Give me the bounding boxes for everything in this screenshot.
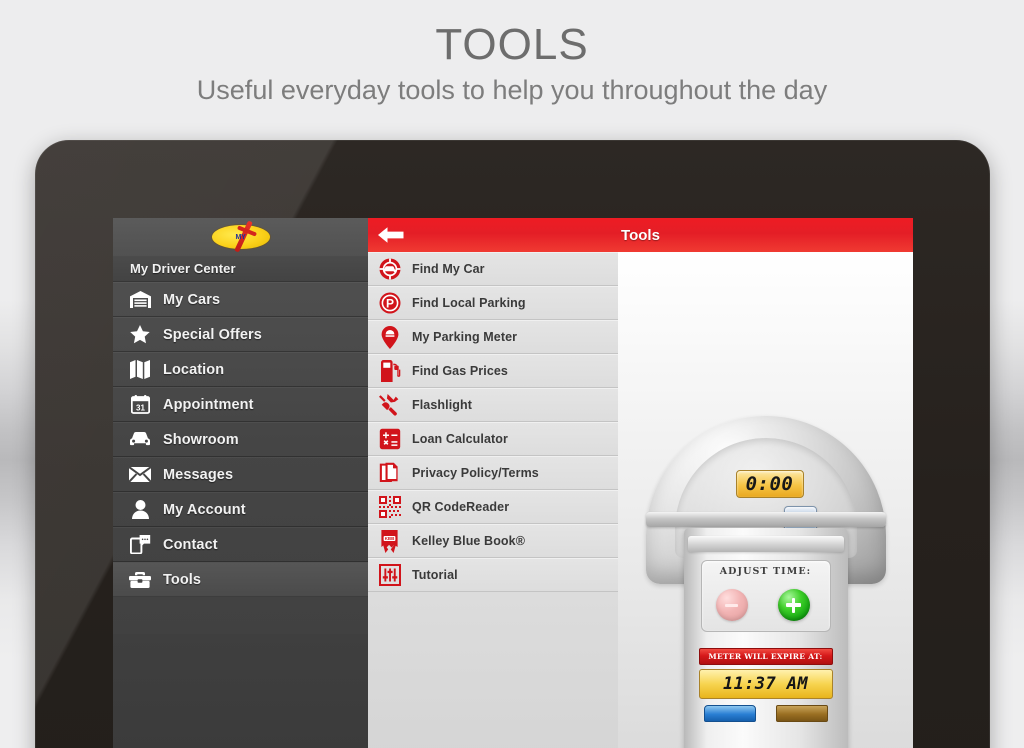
page-subtitle: Useful everyday tools to help you throug… xyxy=(196,75,828,106)
envelope-icon xyxy=(127,464,153,486)
find-my-car-icon xyxy=(377,257,402,282)
sidebar-item-appointment[interactable]: 31 Appointment xyxy=(113,387,368,422)
calendar-icon: 31 xyxy=(127,394,153,416)
meter-adjust-panel: ADJUST TIME: xyxy=(700,560,831,632)
logo-text: MY xyxy=(235,233,246,241)
panes-container: Find My Car P Find Local Parking My Park… xyxy=(368,252,913,748)
garage-icon xyxy=(127,289,153,311)
meter-body: ADJUST TIME: METER WILL EXPIRE AT: 11:37… xyxy=(683,528,848,748)
sidebar-item-special-offers[interactable]: Special Offers xyxy=(113,317,368,352)
svg-text:31: 31 xyxy=(136,404,145,413)
svg-text:KBB: KBB xyxy=(385,536,395,541)
meter-expire-time: 11:37 AM xyxy=(722,674,809,694)
tool-item-label: QR CodeReader xyxy=(412,500,510,514)
sidebar-item-location[interactable]: Location xyxy=(113,352,368,387)
flashlight-icon xyxy=(377,393,402,418)
topbar-title: Tools xyxy=(621,226,660,244)
parking-meter-graphic: 0:00 START ADJUST TIME: xyxy=(632,416,900,748)
qr-code-icon xyxy=(377,495,402,520)
tool-item-privacy-policy-terms[interactable]: Privacy Policy/Terms xyxy=(368,456,618,490)
sidebar-item-label: Messages xyxy=(163,466,234,483)
tool-item-label: My Parking Meter xyxy=(412,330,518,344)
tool-item-find-my-car[interactable]: Find My Car xyxy=(368,252,618,286)
sidebar-logo-bar: MY xyxy=(113,218,368,256)
meter-minus-button[interactable] xyxy=(715,589,748,621)
meter-time-display: 0:00 xyxy=(735,470,804,498)
sidebar-header-label: My Driver Center xyxy=(130,261,236,276)
tool-item-label: Kelley Blue Book® xyxy=(412,534,526,548)
svg-text:P: P xyxy=(385,297,393,311)
tool-item-tutorial[interactable]: Tutorial xyxy=(368,558,618,592)
tool-item-find-gas-prices[interactable]: Find Gas Prices xyxy=(368,354,618,388)
tool-item-find-local-parking[interactable]: P Find Local Parking xyxy=(368,286,618,320)
tools-topbar: Tools xyxy=(368,218,913,252)
sidebar-empty-area xyxy=(113,634,368,748)
meter-time-value: 0:00 xyxy=(745,473,794,495)
parking-p-icon: P xyxy=(377,291,402,316)
meter-blue-button[interactable] xyxy=(703,705,756,722)
dealership-logo: MY xyxy=(211,220,270,253)
app-screen: MY My Driver Center My Cars Special Offe… xyxy=(113,218,913,748)
sidebar-item-my-cars[interactable]: My Cars xyxy=(113,282,368,317)
meter-brown-button[interactable] xyxy=(775,705,828,722)
sidebar-item-label: My Cars xyxy=(163,291,221,308)
sidebar-item-label: Appointment xyxy=(163,396,254,413)
meter-adjust-label: ADJUST TIME: xyxy=(719,566,812,577)
page-header: TOOLS Useful everyday tools to help you … xyxy=(0,0,1024,106)
sidebar-item-label: My Account xyxy=(163,501,246,518)
sidebar-navigation: MY My Driver Center My Cars Special Offe… xyxy=(113,218,368,748)
tool-item-label: Find Gas Prices xyxy=(412,364,508,378)
sidebar-item-label: Contact xyxy=(163,536,218,553)
meter-expire-display: 11:37 AM xyxy=(698,669,833,699)
sidebar-item-label: Tools xyxy=(163,571,202,588)
sidebar-item-label: Special Offers xyxy=(163,326,262,343)
toolbox-icon xyxy=(127,569,153,591)
tool-item-label: Loan Calculator xyxy=(412,432,508,446)
meter-plus-button[interactable] xyxy=(777,589,810,621)
tutorial-sliders-icon xyxy=(377,563,402,588)
sidebar-item-contact[interactable]: Contact xyxy=(113,527,368,562)
tool-item-label: Find Local Parking xyxy=(412,296,526,310)
tools-list: Find My Car P Find Local Parking My Park… xyxy=(368,252,618,748)
content-area: Tools Find My Car P Find Local Parking M… xyxy=(368,218,913,748)
tool-item-my-parking-meter[interactable]: My Parking Meter xyxy=(368,320,618,354)
tool-item-loan-calculator[interactable]: Loan Calculator xyxy=(368,422,618,456)
tool-item-flashlight[interactable]: Flashlight xyxy=(368,388,618,422)
star-icon xyxy=(127,324,153,346)
tool-item-qr-code-reader[interactable]: QR CodeReader xyxy=(368,490,618,524)
meter-expire-banner: METER WILL EXPIRE AT: xyxy=(698,648,833,665)
kbb-badge-icon: KBB xyxy=(377,529,402,554)
meter-body-band xyxy=(687,536,844,552)
sidebar-item-tools[interactable]: Tools xyxy=(113,562,368,597)
calculator-icon xyxy=(377,427,402,452)
parking-meter-pin-icon xyxy=(377,325,402,350)
tool-item-label: Flashlight xyxy=(412,398,473,412)
tablet-device-frame: MY My Driver Center My Cars Special Offe… xyxy=(35,140,990,748)
tool-item-label: Find My Car xyxy=(412,262,485,276)
detail-pane: 0:00 START ADJUST TIME: xyxy=(618,252,913,748)
sidebar-item-my-account[interactable]: My Account xyxy=(113,492,368,527)
tool-item-label: Privacy Policy/Terms xyxy=(412,466,539,480)
sidebar-item-messages[interactable]: Messages xyxy=(113,457,368,492)
tool-item-label: Tutorial xyxy=(412,568,458,582)
meter-dome-band xyxy=(645,512,886,527)
meter-expire-banner-label: METER WILL EXPIRE AT: xyxy=(708,652,823,661)
tools-list-empty-area xyxy=(368,592,618,748)
car-icon xyxy=(127,429,153,451)
sidebar-header-my-driver-center: My Driver Center xyxy=(113,256,368,282)
sidebar-item-label: Showroom xyxy=(163,431,239,448)
documents-icon xyxy=(377,461,402,486)
tool-item-kelley-blue-book[interactable]: KBB Kelley Blue Book® xyxy=(368,524,618,558)
page-title: TOOLS xyxy=(435,20,589,69)
gas-pump-icon xyxy=(377,359,402,384)
person-icon xyxy=(127,499,153,521)
sidebar-item-showroom[interactable]: Showroom xyxy=(113,422,368,457)
sidebar-item-label: Location xyxy=(163,361,225,378)
contact-card-icon xyxy=(127,534,153,556)
map-icon xyxy=(127,359,153,381)
